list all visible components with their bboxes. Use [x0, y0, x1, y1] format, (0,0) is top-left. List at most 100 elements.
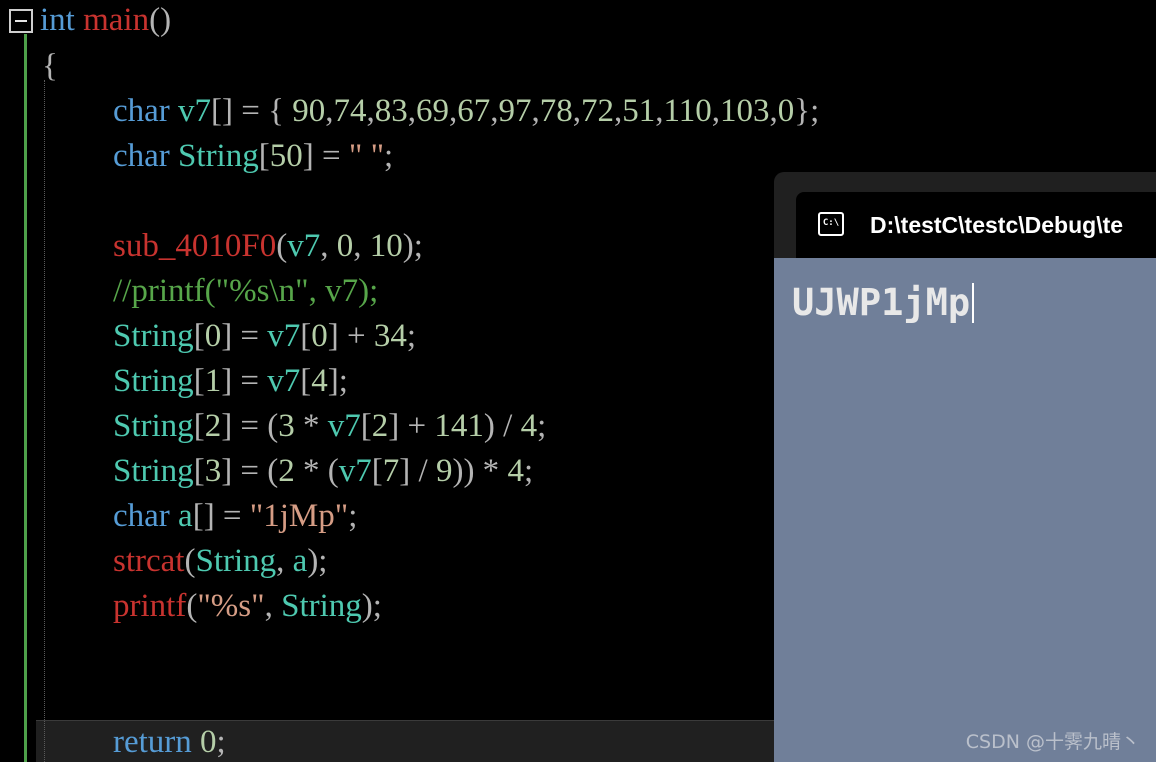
console-body[interactable]: UJWP1jMp CSDN @十霁九晴丶: [774, 258, 1156, 762]
text-cursor: [972, 283, 975, 323]
code-line: char String[50] = " ";: [113, 136, 393, 176]
code-line: //printf("%s\n", v7);: [113, 271, 378, 311]
code-token: 4: [520, 408, 538, 444]
code-token: 3: [278, 408, 295, 444]
code-token: ] +: [388, 408, 435, 444]
code-token: ,: [613, 93, 623, 129]
code-token: ;: [348, 498, 358, 534]
code-token: String: [113, 318, 194, 354]
code-token: printf: [113, 588, 187, 624]
code-token: ] =: [221, 318, 268, 354]
code-token: 4: [311, 363, 328, 399]
code-token: String: [113, 363, 194, 399]
code-token: * (: [294, 453, 339, 489]
code-token: };: [794, 93, 820, 129]
code-token: a: [178, 498, 193, 534]
code-token: [: [300, 363, 312, 399]
code-token: ,: [448, 93, 458, 129]
code-token: ] = (: [221, 408, 279, 444]
code-token: ] = (: [221, 453, 279, 489]
code-token: ];: [327, 363, 348, 399]
code-token: ,: [711, 93, 721, 129]
code-token: 7: [382, 453, 400, 489]
code-token: );: [361, 588, 382, 624]
code-token: [: [193, 363, 205, 399]
code-token: 103: [720, 93, 770, 129]
code-token: 67: [457, 93, 491, 129]
code-token: 2: [204, 408, 222, 444]
console-tab[interactable]: C:\ D:\testC\testc\Debug\te: [796, 192, 1156, 258]
code-token: 90: [292, 93, 326, 129]
code-token: [] =: [192, 498, 250, 534]
console-window[interactable]: C:\ D:\testC\testc\Debug\te UJWP1jMp CSD…: [774, 172, 1156, 762]
code-token: main: [83, 2, 150, 38]
code-token: ,: [407, 93, 416, 129]
code-token: (: [276, 228, 288, 264]
code-line: String[2] = (3 * v7[2] + 141) / 4;: [113, 406, 546, 446]
code-token: ) /: [483, 408, 521, 444]
code-token: ;: [384, 138, 394, 174]
code-token: );: [402, 228, 423, 264]
code-token: char: [113, 498, 170, 534]
code-token: ,: [531, 93, 540, 129]
code-token: 1: [204, 363, 222, 399]
code-token: String: [113, 453, 194, 489]
code-token: ;: [406, 318, 417, 354]
code-line: String[3] = (2 * (v7[7] / 9)) * 4;: [113, 451, 533, 491]
code-token: sub_4010F0: [113, 228, 277, 264]
code-token: char: [113, 138, 170, 174]
code-token: v7: [287, 228, 321, 264]
code-token: 97: [498, 93, 532, 129]
code-token: 2: [371, 408, 389, 444]
code-token: (): [149, 2, 172, 38]
code-token: )) *: [452, 453, 508, 489]
console-output: UJWP1jMp: [792, 278, 975, 328]
code-token: [: [300, 318, 312, 354]
code-token: ] =: [302, 138, 349, 174]
code-token: );: [307, 543, 328, 579]
code-token: ] /: [399, 453, 436, 489]
code-token: [: [360, 408, 372, 444]
code-token: 34: [373, 318, 407, 354]
code-token: 0: [200, 724, 217, 760]
code-line: return 0;: [113, 722, 226, 762]
watermark: CSDN @十霁九晴丶: [965, 731, 1140, 753]
code-token: String: [195, 543, 277, 579]
collapse-icon[interactable]: [9, 9, 33, 33]
code-token: int: [40, 2, 75, 38]
code-token: ] +: [327, 318, 374, 354]
code-token: String: [178, 138, 259, 174]
code-token: 0: [204, 318, 222, 354]
code-line: printf("%s", String);: [113, 586, 382, 626]
code-line: char v7[] = { 90,74,83,69,67,97,78,72,51…: [113, 91, 819, 131]
code-token: 0: [336, 228, 354, 264]
code-token: ,: [276, 543, 293, 579]
code-token: v7: [267, 318, 301, 354]
code-token: "%s": [197, 588, 265, 624]
code-token: ,: [769, 93, 778, 129]
code-token: ;: [523, 453, 534, 489]
code-token: //printf("%s\n", v7);: [113, 273, 379, 309]
code-token: String: [281, 588, 362, 624]
code-token: [: [193, 453, 205, 489]
code-token: ,: [264, 588, 282, 624]
code-token: 110: [663, 93, 712, 129]
code-token: 3: [204, 453, 222, 489]
code-token: 10: [369, 228, 403, 264]
code-token: [] = {: [211, 93, 293, 129]
code-token: ;: [216, 724, 226, 760]
code-token: 74: [333, 93, 367, 129]
code-line: sub_4010F0(v7, 0, 10);: [113, 226, 423, 266]
code-token: 72: [580, 93, 614, 129]
code-line: int main(): [40, 0, 171, 40]
code-token: ] =: [221, 363, 268, 399]
code-token: v7: [267, 363, 301, 399]
code-token: ,: [572, 93, 581, 129]
code-token: [: [193, 408, 205, 444]
code-token: 4: [507, 453, 524, 489]
code-token: ,: [320, 228, 337, 264]
